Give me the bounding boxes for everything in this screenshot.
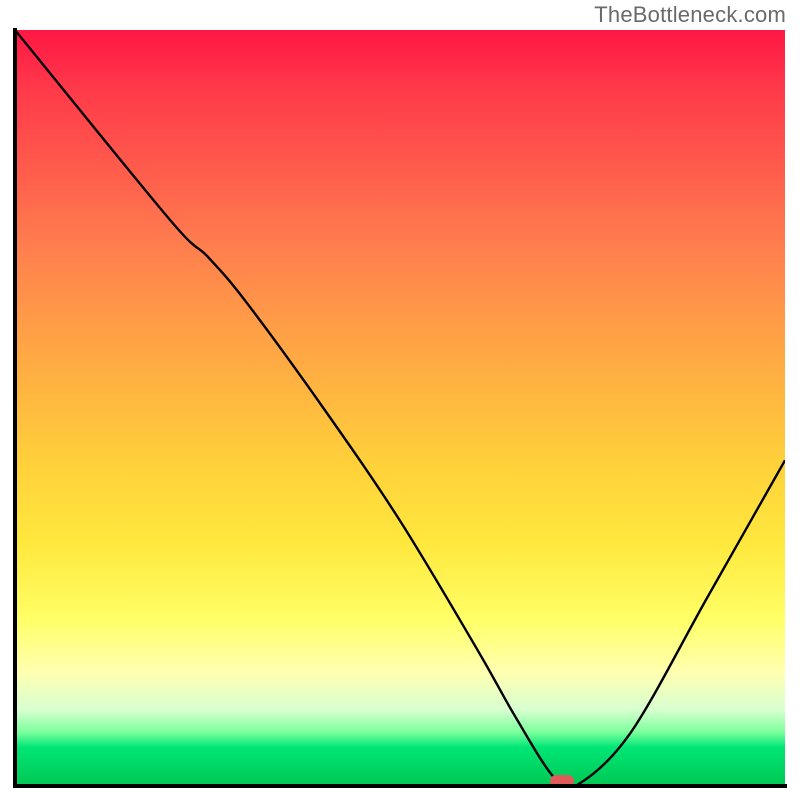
y-axis (13, 28, 17, 788)
x-axis (13, 784, 787, 788)
chart-container: TheBottleneck.com (0, 0, 800, 800)
bottleneck-curve (15, 30, 785, 785)
chart-curve-layer (15, 30, 785, 785)
watermark-text: TheBottleneck.com (594, 2, 786, 28)
